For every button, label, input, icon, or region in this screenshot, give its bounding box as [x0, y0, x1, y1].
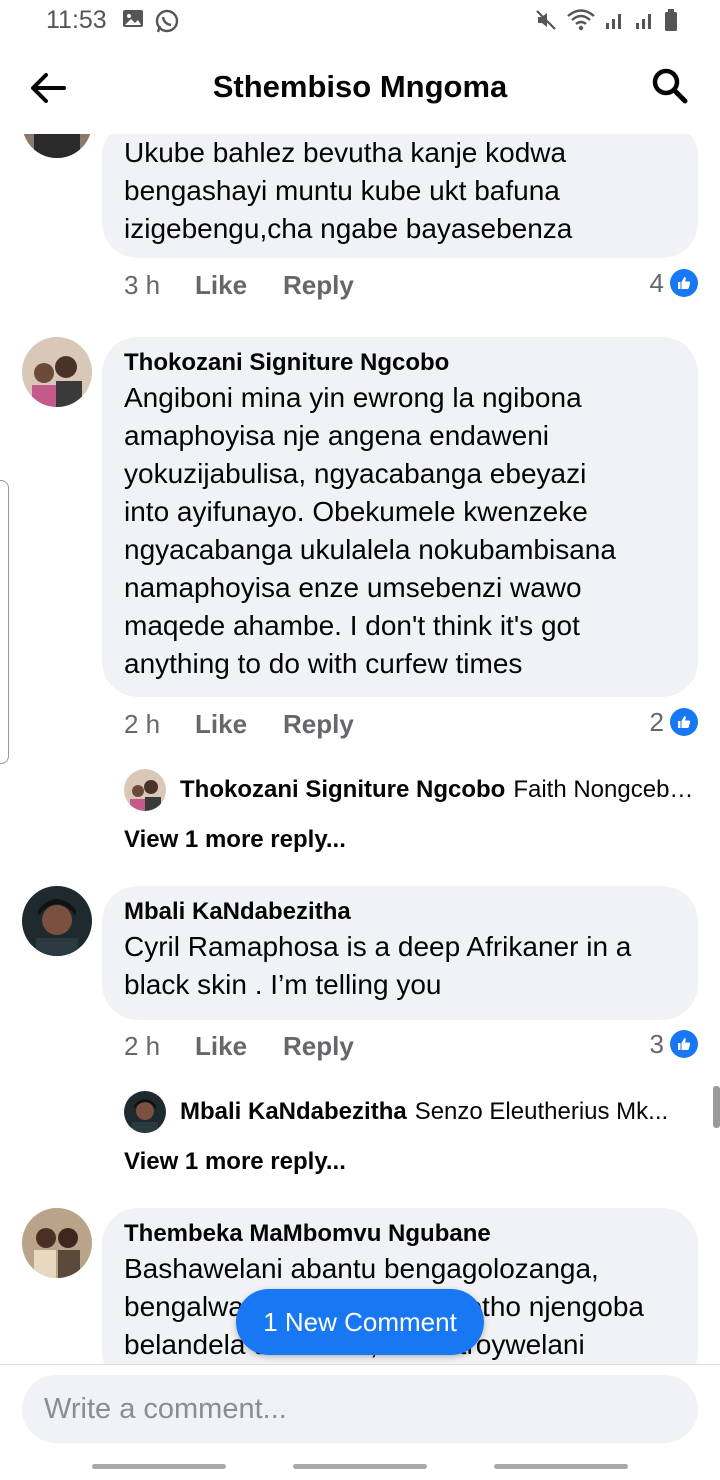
thumbs-up-icon — [670, 269, 698, 297]
reply-author: Thokozani Signiture Ngcobo — [180, 776, 506, 803]
comment-text: Cyril Ramaphosa is a deep Afrikaner in a… — [124, 931, 632, 1000]
battery-icon — [664, 8, 678, 37]
avatar — [124, 1091, 166, 1133]
mute-icon — [534, 8, 558, 37]
comment-author[interactable]: Thokozani Signiture Ngcobo — [124, 347, 678, 379]
comment-bubble[interactable]: Mbali KaNdabezitha Cyril Ramaphosa is a … — [102, 886, 698, 1020]
avatar[interactable] — [22, 1208, 92, 1278]
comment-author[interactable]: Mbali KaNdabezitha — [124, 896, 678, 928]
edge-panel-handle[interactable] — [0, 480, 9, 764]
view-more-replies-link[interactable]: View 1 more reply... — [124, 826, 346, 854]
thumbs-up-icon — [670, 1030, 698, 1058]
comment-text: Angiboni mina yin ewrong la ngibona amap… — [124, 382, 616, 679]
status-time: 11:53 — [46, 6, 107, 34]
comments-feed[interactable]: Ukube bahlez bevutha kanje kodwa bengash… — [0, 134, 720, 1364]
comment-author[interactable]: Thembeka MaMbomvu Ngubane — [124, 1218, 678, 1250]
reaction-count[interactable]: 2 — [650, 702, 698, 742]
comment-composer — [0, 1364, 720, 1455]
signal-icon — [634, 9, 656, 36]
comment-actions: 2 h Like Reply — [124, 704, 354, 744]
view-more-replies-link[interactable]: View 1 more reply... — [124, 1148, 346, 1176]
nav-recent-button[interactable] — [92, 1464, 226, 1469]
avatar[interactable] — [22, 134, 92, 158]
signal-icon — [604, 9, 626, 36]
comment-text: Ukube bahlez bevutha kanje kodwa bengash… — [124, 137, 573, 244]
reply-preview[interactable]: Mbali KaNdabezitha Senzo Eleutherius Mk.… — [124, 1090, 698, 1134]
reply-preview[interactable]: Thokozani Signiture Ngcobo Faith Nongceb… — [124, 768, 698, 812]
comment-bubble[interactable]: Thokozani Signiture Ngcobo Angiboni mina… — [102, 337, 698, 697]
scrollbar[interactable] — [713, 1086, 720, 1128]
comment-bubble[interactable]: Ukube bahlez bevutha kanje kodwa bengash… — [102, 134, 698, 258]
reaction-count-number: 4 — [649, 267, 664, 298]
thumbs-up-icon — [670, 708, 698, 736]
comment-time: 3 h — [124, 269, 161, 300]
nav-home-button[interactable] — [293, 1464, 427, 1469]
page-title: Sthembiso Mngoma — [212, 69, 508, 104]
reaction-count-number: 3 — [649, 1028, 664, 1059]
reply-button[interactable]: Reply — [283, 1031, 354, 1062]
like-button[interactable]: Like — [195, 270, 247, 301]
comment-time: 2 h — [124, 708, 161, 739]
avatar — [124, 769, 166, 811]
app-header: Sthembiso Mngoma — [0, 44, 720, 134]
reply-author: Mbali KaNdabezitha — [180, 1098, 407, 1125]
system-nav-bar — [0, 1454, 720, 1480]
reaction-count-number: 2 — [649, 706, 664, 737]
image-icon — [122, 8, 144, 39]
reply-button[interactable]: Reply — [283, 709, 354, 740]
like-button[interactable]: Like — [195, 709, 247, 740]
like-button[interactable]: Like — [195, 1031, 247, 1062]
search-icon — [652, 68, 688, 104]
comment-actions: 3 h Like Reply — [124, 265, 354, 305]
search-button[interactable] — [650, 66, 690, 106]
wifi-icon — [566, 8, 596, 37]
reply-button[interactable]: Reply — [283, 270, 354, 301]
reaction-count[interactable]: 4 — [650, 263, 698, 303]
reply-text: Senzo Eleutherius Mk... — [414, 1098, 669, 1125]
avatar[interactable] — [22, 886, 92, 956]
reaction-count[interactable]: 3 — [650, 1024, 698, 1064]
comment-time: 2 h — [124, 1030, 161, 1061]
status-bar: 11:53 — [0, 0, 720, 44]
nav-back-button[interactable] — [494, 1464, 628, 1469]
avatar[interactable] — [22, 337, 92, 407]
comment-actions: 2 h Like Reply — [124, 1026, 354, 1066]
reply-text: Faith Nongcebo... — [513, 776, 698, 803]
whatsapp-icon — [154, 8, 180, 39]
comment-input[interactable] — [22, 1375, 698, 1443]
new-comment-button[interactable]: 1 New Comment — [236, 1289, 484, 1355]
